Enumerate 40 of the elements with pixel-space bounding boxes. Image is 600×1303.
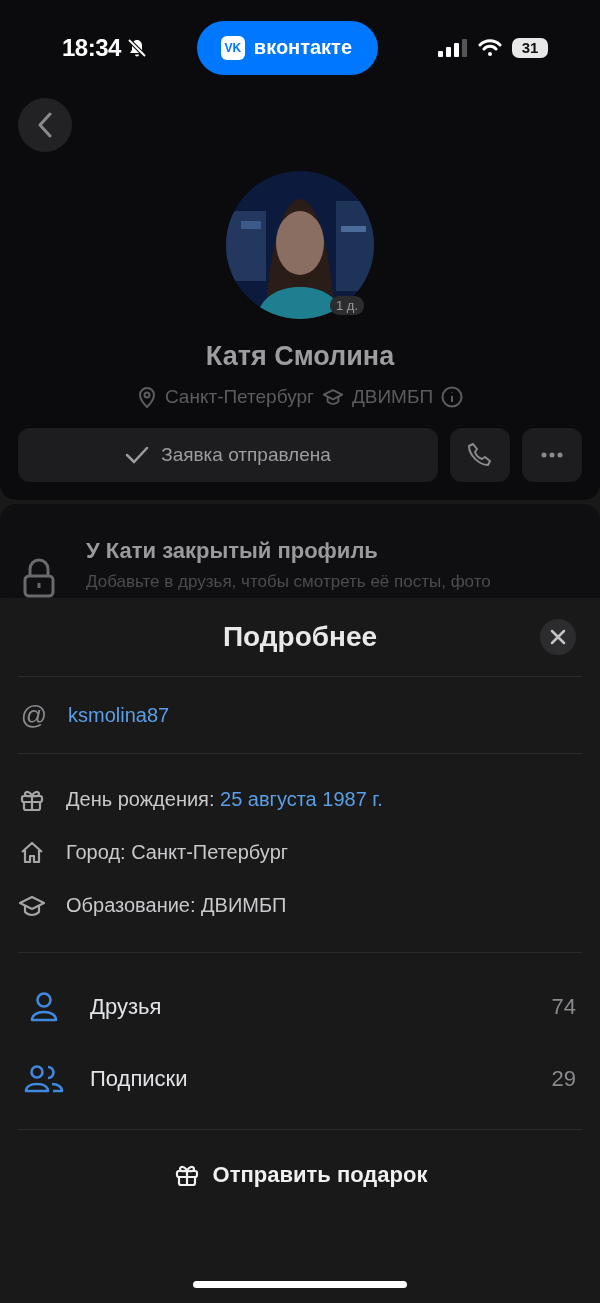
- birthday-link[interactable]: 25 августа 1987 г.: [220, 788, 383, 810]
- close-icon: [550, 629, 566, 645]
- back-button[interactable]: [18, 98, 72, 152]
- profile-name: Катя Смолина: [205, 341, 395, 372]
- wifi-icon: [478, 38, 502, 57]
- sheet-title: Подробнее: [222, 621, 378, 653]
- signal-icon: [438, 38, 468, 57]
- phone-icon: [467, 442, 493, 468]
- back-chevron-icon: [38, 112, 52, 138]
- request-sent-button[interactable]: Заявка отправлена: [18, 428, 438, 482]
- counter-label[interactable]: Друзья: [90, 994, 552, 1020]
- profile-education: ДВИМБП: [351, 386, 434, 408]
- battery-level: 31: [512, 37, 548, 58]
- person-icon: [29, 991, 59, 1023]
- app-pill[interactable]: VK вконтакте: [196, 20, 379, 75]
- location-pin-icon: [136, 386, 157, 408]
- people-icon: [24, 1064, 64, 1094]
- more-dots-icon: [541, 452, 563, 458]
- clock-time: 18:34: [62, 33, 121, 62]
- detail-text: Образование: ДВИМБП: [66, 894, 287, 917]
- info-icon[interactable]: [441, 386, 464, 408]
- time-badge: 1 д.: [329, 296, 364, 315]
- closed-profile-hint: Добавьте в друзья, чтобы смотреть её посты, фото: [86, 572, 491, 592]
- closed-profile-title: У Кати закрытый профиль: [86, 538, 379, 564]
- checkmark-icon: [125, 446, 150, 464]
- send-gift-button[interactable]: Отправить подарок: [168, 1150, 432, 1200]
- detail-text: День рождения: 25 августа 1987 г.: [66, 788, 383, 811]
- muted-bell-icon: [126, 37, 147, 58]
- detail-text: Город: Санкт-Петербург: [66, 841, 289, 864]
- profile-city: Санкт-Петербург: [164, 386, 314, 408]
- username-link[interactable]: ksmolina87: [68, 703, 170, 727]
- counter-value: 29: [551, 1066, 576, 1092]
- at-sign-icon: @: [20, 699, 48, 731]
- lock-icon: [22, 558, 56, 598]
- counter-label[interactable]: Подписки: [90, 1066, 552, 1092]
- counter-value: 74: [551, 994, 576, 1020]
- call-button[interactable]: [450, 428, 510, 482]
- graduation-cap-icon: [321, 387, 344, 407]
- app-logo: VK: [220, 35, 245, 60]
- close-button[interactable]: [540, 619, 576, 655]
